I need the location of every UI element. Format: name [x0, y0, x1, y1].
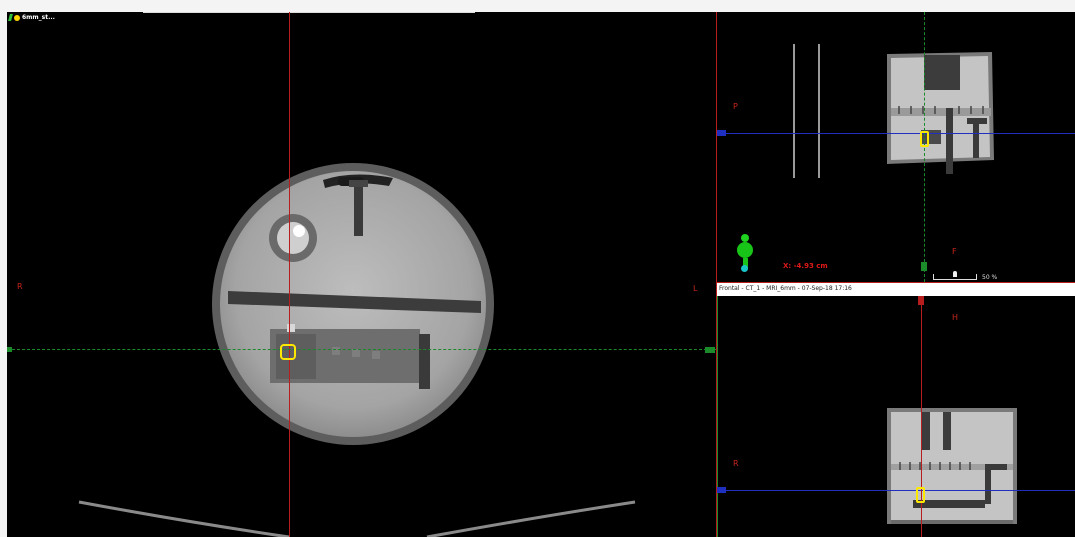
frontal-view-header: Frontal - CT_1 - MRI_6mm - 07-Sep-18 17:… [719, 285, 852, 292]
sagittal-crosshair-blue[interactable] [717, 133, 1075, 134]
roi-contour[interactable] [280, 344, 296, 360]
sagittal-image [793, 44, 994, 178]
patient-orientation-icon[interactable] [737, 234, 753, 274]
sagittal-handle-green[interactable] [921, 262, 927, 271]
crosshair-vertical-red[interactable] [289, 12, 290, 537]
scale-marker-icon [953, 271, 957, 277]
series-tag[interactable]: 6mm_st... [8, 14, 55, 21]
view-separator: Frontal - CT_1 - MRI_6mm - 07-Sep-18 17:… [717, 282, 1075, 297]
axial-viewport[interactable]: 6mm_st... R L [7, 12, 717, 537]
pencil-icon[interactable] [8, 14, 13, 21]
crosshair-handle-left[interactable] [7, 347, 12, 352]
sagittal-roi-contour[interactable] [920, 131, 929, 147]
crosshair-horizontal-green[interactable] [7, 349, 717, 350]
frontal-roi-contour[interactable] [916, 487, 925, 503]
sagittal-handle-blue[interactable] [717, 130, 726, 136]
orientation-label-right: R [17, 282, 23, 291]
frontal-crosshair-blue[interactable] [717, 490, 1075, 491]
frontal-edge-green [717, 296, 718, 537]
sagittal-viewport[interactable]: P F X: -4.93 cm 50 % [717, 12, 1075, 282]
crosshair-handle-right[interactable] [705, 347, 715, 353]
sagittal-label-top: P [733, 102, 738, 111]
frontal-label-top: H [952, 313, 959, 322]
zoom-level: 50 % [982, 274, 998, 281]
lock-icon[interactable] [14, 14, 20, 21]
orientation-label-left: L [693, 284, 698, 293]
frontal-viewport[interactable]: H R [717, 296, 1075, 537]
frontal-image [887, 408, 1017, 524]
sagittal-crosshair-green[interactable] [924, 12, 925, 282]
frontal-label-left: R [733, 459, 739, 468]
sagittal-label-bottom: F [952, 247, 957, 256]
frontal-handle-blue[interactable] [717, 487, 726, 493]
vertical-divider[interactable] [716, 12, 717, 537]
series-tag-label: 6mm_st... [22, 14, 55, 21]
axial-image [78, 163, 636, 537]
frontal-handle-red[interactable] [918, 296, 924, 305]
top-overlay-frame [143, 12, 475, 13]
x-position-readout: X: -4.93 cm [783, 262, 828, 270]
